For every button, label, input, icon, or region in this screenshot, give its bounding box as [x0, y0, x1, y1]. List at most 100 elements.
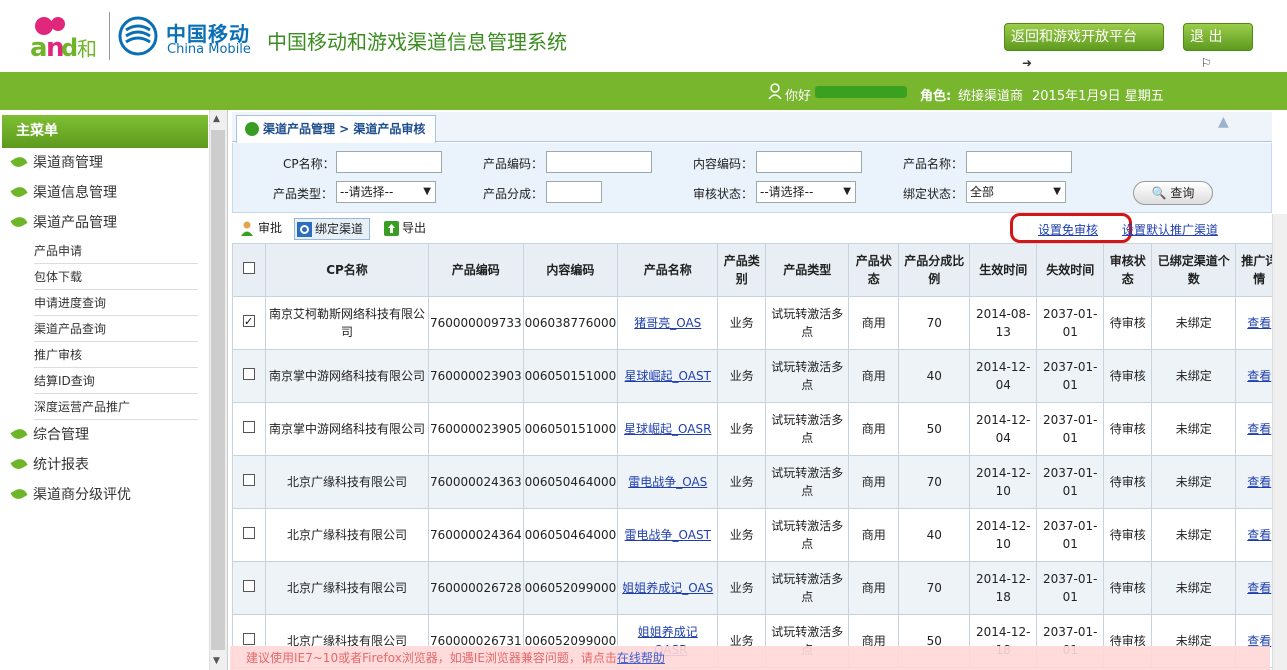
view-detail-link[interactable]: 查看: [1247, 528, 1271, 542]
column-header: 产品类别: [717, 243, 767, 297]
cell-pname: 星球崛起_OASR: [617, 402, 719, 456]
sidebar-item-channel-product[interactable]: 渠道产品管理: [10, 212, 117, 232]
cell-ccode: 006052099000: [522, 561, 619, 615]
sidebar-subitem-package-download[interactable]: 包体下载: [34, 268, 198, 290]
row-select-cell[interactable]: [232, 508, 266, 562]
query-button[interactable]: 🔍 查询: [1133, 181, 1213, 205]
scroll-down-icon[interactable]: ▼: [213, 656, 220, 666]
sidebar-item-label: 渠道商分级评优: [33, 487, 131, 503]
tab-bar: 渠道产品管理 > 渠道产品审核 ▲: [232, 112, 1272, 143]
logout-label: 退 出: [1190, 29, 1223, 45]
export-button[interactable]: 导出: [382, 218, 426, 240]
row-checkbox[interactable]: [243, 527, 255, 539]
sidebar-subitem-deep-ops[interactable]: 深度运营产品推广: [34, 398, 198, 420]
cell-ccode: 006050464000: [522, 455, 619, 509]
row-checkbox[interactable]: [243, 313, 255, 331]
query-label: 查询: [1170, 186, 1195, 200]
row-checkbox[interactable]: [243, 474, 255, 486]
online-help-link[interactable]: 在线帮助: [617, 651, 665, 665]
row-select-cell[interactable]: [232, 561, 266, 615]
content-code-input[interactable]: [756, 151, 862, 173]
sidebar-scrollbar-thumb[interactable]: [211, 130, 225, 650]
cell-cp: 北京广缘科技有限公司: [265, 455, 429, 509]
table-row: 南京掌中游网络科技有限公司 760000023903 006050151000 星球崛…: [232, 349, 1284, 403]
row-checkbox[interactable]: [243, 580, 255, 592]
view-detail-link[interactable]: 查看: [1247, 316, 1271, 330]
row-checkbox[interactable]: [243, 368, 255, 380]
product-name-link[interactable]: 雷电战争_OAS: [628, 475, 707, 489]
sidebar-item-channel-info[interactable]: 渠道信息管理: [10, 182, 117, 202]
collapse-up-icon[interactable]: ▲: [1218, 114, 1229, 130]
user-name-redacted: [815, 86, 907, 98]
product-name-link[interactable]: 星球崛起_OAST: [625, 369, 711, 383]
cell-start: 2014-12-10: [969, 455, 1038, 509]
column-header: 产品类型: [765, 243, 850, 297]
product-name-link[interactable]: 星球崛起_OASR: [624, 422, 711, 436]
cell-ptype: 试玩转激活多点: [765, 296, 850, 350]
logout-button[interactable]: 退 出 ⚐: [1183, 23, 1253, 73]
row-select-cell[interactable]: [232, 296, 266, 350]
product-name-link[interactable]: 姐姐养成记_OAS: [622, 581, 713, 595]
scroll-up-icon[interactable]: ▲: [213, 114, 220, 124]
view-detail-link[interactable]: 查看: [1247, 369, 1271, 383]
sidebar-subitem-promo-review[interactable]: 推广审核: [34, 346, 198, 368]
product-name-link[interactable]: 雷电战争_OAST: [625, 528, 711, 542]
cell-pname: 雷电战争_OAST: [617, 508, 719, 562]
leaf-icon: [10, 426, 28, 442]
sidebar-item-rating[interactable]: 渠道商分级评优: [10, 484, 131, 504]
cell-review: 待审核: [1103, 402, 1153, 456]
product-code-input[interactable]: [546, 151, 652, 173]
cell-pname: 雷电战争_OAS: [617, 455, 719, 509]
leaf-icon: [10, 184, 28, 200]
cell-start: 2014-12-10: [969, 508, 1038, 562]
select-all-checkbox[interactable]: [243, 262, 255, 274]
review-status-select[interactable]: --请选择-- ▼: [756, 181, 856, 203]
table-row: 南京艾柯勒斯网络科技有限公司760000009733006038776000 猪哥…: [232, 296, 1284, 350]
leaf-icon: [10, 154, 28, 170]
cp-name-input[interactable]: [336, 151, 442, 173]
view-detail-link[interactable]: 查看: [1247, 581, 1271, 595]
sidebar-title: 主菜单: [2, 115, 208, 148]
product-code-label: 产品编码：: [483, 157, 544, 171]
cell-ptype: 试玩转激活多点: [765, 455, 850, 509]
column-header: 失效时间: [1036, 243, 1105, 297]
product-share-input[interactable]: [546, 181, 602, 203]
tab-product-review[interactable]: 渠道产品管理 > 渠道产品审核: [236, 115, 436, 143]
set-default-channel-link[interactable]: 设置默认推广渠道: [1122, 221, 1218, 238]
cell-share: 40: [898, 349, 971, 403]
row-select-cell[interactable]: [232, 402, 266, 456]
view-detail-link[interactable]: 查看: [1247, 475, 1271, 489]
bind-channel-button[interactable]: 绑定渠道: [294, 218, 371, 240]
sidebar-subitem-progress-query[interactable]: 申请进度查询: [34, 294, 198, 316]
sidebar-subitem-product-apply[interactable]: 产品申请: [34, 242, 198, 264]
row-select-cell[interactable]: [232, 349, 266, 403]
approve-button[interactable]: 审批: [238, 218, 282, 240]
cell-pstate: 商用: [848, 455, 900, 509]
product-name-input[interactable]: [966, 151, 1072, 173]
review-status-value: --请选择--: [760, 185, 814, 199]
sidebar-item-general[interactable]: 综合管理: [10, 424, 89, 444]
brand-name-en: China Mobile: [167, 42, 251, 57]
page-scrollbar[interactable]: [1272, 214, 1287, 670]
row-checkbox[interactable]: [243, 421, 255, 433]
select-all-cell[interactable]: [232, 243, 266, 297]
product-name-link[interactable]: 猪哥亮_OAS: [634, 316, 701, 330]
cell-review: 待审核: [1103, 455, 1153, 509]
cell-ptype: 试玩转激活多点: [765, 349, 850, 403]
cell-pname: 姐姐养成记_OAS: [617, 561, 719, 615]
column-header: 产品分成比例: [898, 243, 971, 297]
view-detail-link[interactable]: 查看: [1247, 422, 1271, 436]
sidebar-subitem-settlement-id[interactable]: 结算ID查询: [34, 372, 198, 394]
row-checkbox[interactable]: [243, 633, 255, 645]
sidebar-item-channel-vendor[interactable]: 渠道商管理: [10, 152, 103, 172]
sidebar-item-reports[interactable]: 统计报表: [10, 454, 89, 474]
sidebar-subitem-product-query[interactable]: 渠道产品查询: [34, 320, 198, 342]
chevron-down-icon: ▼: [843, 186, 851, 197]
back-to-platform-button[interactable]: 返回和游戏开放平台 ➜: [1004, 23, 1164, 73]
cell-end: 2037-01-01: [1036, 561, 1105, 615]
set-free-review-link[interactable]: 设置免审核: [1038, 221, 1098, 238]
svg-text:a: a: [30, 33, 48, 60]
row-select-cell[interactable]: [232, 455, 266, 509]
product-type-select[interactable]: --请选择-- ▼: [336, 181, 436, 203]
bind-status-select[interactable]: 全部 ▼: [966, 181, 1066, 203]
